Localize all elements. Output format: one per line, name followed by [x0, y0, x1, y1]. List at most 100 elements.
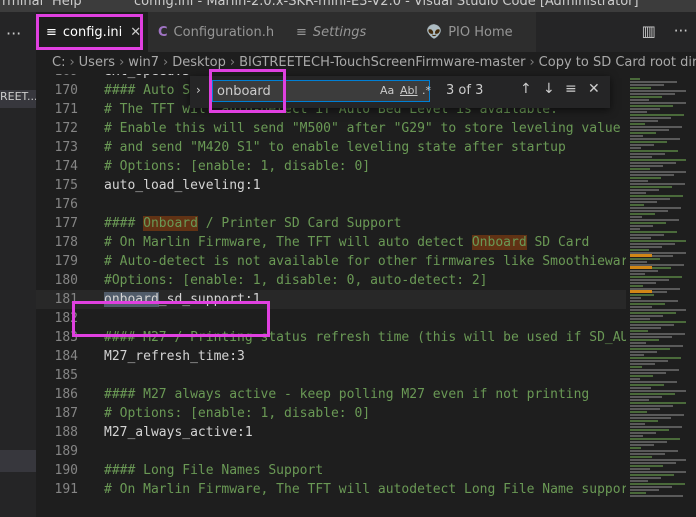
vertical-scrollbar[interactable] [686, 74, 696, 517]
minimap-line [630, 480, 648, 482]
minimap-line [630, 348, 670, 350]
code-line[interactable]: 178 # On Marlin Firmware, The TFT will au… [36, 233, 626, 252]
minimap-line [630, 132, 656, 134]
code-line[interactable]: 177 #### Onboard / Printer SD Card Suppor… [36, 214, 626, 233]
toggle-replace-icon[interactable]: › [196, 83, 201, 97]
line-number: 176 [54, 197, 78, 212]
code-line[interactable]: 183 #### M27 / Printing status refresh ti… [36, 328, 626, 347]
minimap-line [630, 441, 667, 443]
code-text: auto_load_leveling:1 [104, 178, 261, 193]
minimap-line [630, 165, 663, 167]
minimap-line [630, 108, 660, 110]
code-editor[interactable]: 169ext_speed:3170#### Auto Save Load Lev… [36, 74, 626, 517]
minimap-line [630, 222, 666, 224]
code-line[interactable]: 172 # Enable this will send "M500" after … [36, 119, 626, 138]
minimap-line [630, 465, 663, 467]
line-number: 177 [54, 216, 78, 231]
minimap-line [630, 276, 682, 278]
match-case-icon[interactable]: Aa [380, 84, 394, 97]
minimap-line [630, 468, 650, 470]
code-line[interactable]: 175 auto_load_leveling:1 [36, 176, 626, 195]
code-line[interactable]: 187 # Options: [enable: 1, disable: 0] [36, 404, 626, 423]
code-line[interactable]: 184 M27_refresh_time:3 [36, 347, 626, 366]
more-actions-icon[interactable]: ··· [674, 22, 688, 40]
minimap-line [630, 114, 684, 116]
vscode-window: rminal Help config.ini - Marlin-2.0.x-SK… [0, 0, 696, 517]
menu-terminal[interactable]: rminal [2, 0, 43, 8]
code-line[interactable]: 191 # On Marlin Firmware, The TFT will au… [36, 480, 626, 499]
minimap-line [630, 273, 645, 275]
next-match-icon[interactable]: ↓ [543, 81, 555, 97]
code-line[interactable]: 181 onboard_sd_support:1 [36, 290, 626, 309]
code-text: # Options: [enable: 1, disable: 0] [104, 406, 371, 421]
match-count: 3 of 3 [446, 83, 484, 98]
code-line[interactable]: 173 # and send "M420 S1" to enable leveli… [36, 138, 626, 157]
line-number: 175 [54, 178, 78, 193]
minimap-line [630, 87, 651, 89]
code-line[interactable]: 189 [36, 442, 626, 461]
minimap-line [630, 183, 685, 185]
minimap-line [630, 234, 664, 236]
close-icon[interactable]: ✕ [588, 81, 600, 97]
regex-icon[interactable]: .* [422, 84, 431, 97]
close-icon[interactable]: ✕ [130, 25, 141, 40]
minimap-line [630, 321, 687, 323]
title-bar: rminal Help config.ini - Marlin-2.0.x-SK… [0, 0, 696, 12]
tab-configuration-h[interactable]: C Configuration.h [148, 12, 287, 52]
explorer-selected-row[interactable] [0, 450, 36, 472]
find-in-selection-icon[interactable]: ≡ [565, 81, 577, 97]
minimap-line [630, 150, 678, 152]
minimap-match [630, 290, 652, 293]
minimap-line [630, 303, 665, 305]
breadcrumb-item[interactable]: Users [79, 55, 115, 70]
code-text: # On Marlin Firmware, The TFT will autod… [104, 482, 626, 497]
minimap-line [630, 396, 662, 398]
minimap-line [630, 300, 678, 302]
menu-help[interactable]: Help [52, 0, 82, 8]
minimap-line [630, 294, 654, 296]
code-line[interactable]: 180 #Options: [enable: 1, disable: 0, aut… [36, 271, 626, 290]
code-line[interactable]: 179 # Auto-detect is not available for ot… [36, 252, 626, 271]
whole-word-icon[interactable]: Abl [400, 84, 418, 97]
minimap-line [630, 381, 677, 383]
minimap-line [630, 360, 668, 362]
code-text: #### M27 always active - keep polling M2… [104, 387, 590, 402]
minimap-line [630, 489, 659, 491]
minimap-line [630, 444, 654, 446]
split-editor-icon[interactable]: ▥ [642, 22, 656, 40]
code-line[interactable]: 182 [36, 309, 626, 328]
minimap-line [630, 372, 666, 374]
line-number: 185 [54, 368, 78, 383]
tab-pio-home[interactable]: 👽 PIO Home [416, 12, 537, 52]
line-number: 182 [54, 311, 78, 326]
tab-settings[interactable]: ≡ Settings [286, 12, 417, 52]
minimap-line [630, 474, 674, 476]
breadcrumb-item[interactable]: Copy to SD Card root directory to [539, 55, 696, 70]
code-line[interactable]: 174 # Options: [enable: 1, disable: 0] [36, 157, 626, 176]
minimap-line [630, 141, 667, 143]
code-line[interactable]: 186 #### M27 always active - keep polling… [36, 385, 626, 404]
breadcrumb-item[interactable]: Desktop [172, 55, 226, 70]
breadcrumb-item[interactable]: win7 [128, 55, 159, 70]
code-line[interactable]: 176 [36, 195, 626, 214]
explorer-item-folder[interactable]: REET... [0, 90, 36, 108]
minimap-line [630, 213, 655, 215]
tab-config-ini[interactable]: ≡ config.ini ✕ [36, 12, 149, 52]
code-text: # Auto-detect is not available for other… [104, 254, 626, 269]
breadcrumb-item[interactable]: BIGTREETECH-TouchScreenFirmware-master [239, 55, 525, 70]
code-line[interactable]: 185 [36, 366, 626, 385]
more-actions-icon[interactable]: ··· [6, 24, 21, 43]
minimap-line [630, 366, 642, 368]
minimap-line [630, 225, 653, 227]
line-number: 174 [54, 159, 78, 174]
code-line[interactable]: 188 M27_always_active:1 [36, 423, 626, 442]
minimap-line [630, 168, 650, 170]
find-input[interactable] [212, 80, 430, 102]
breadcrumb-item[interactable]: C: [52, 55, 65, 70]
minimap-match [630, 254, 652, 257]
code-line[interactable]: 190 #### Long File Names Support [36, 461, 626, 480]
minimap-line [630, 156, 652, 158]
minimap-line [630, 192, 646, 194]
previous-match-icon[interactable]: ↑ [520, 81, 532, 97]
minimap-line [630, 456, 652, 458]
